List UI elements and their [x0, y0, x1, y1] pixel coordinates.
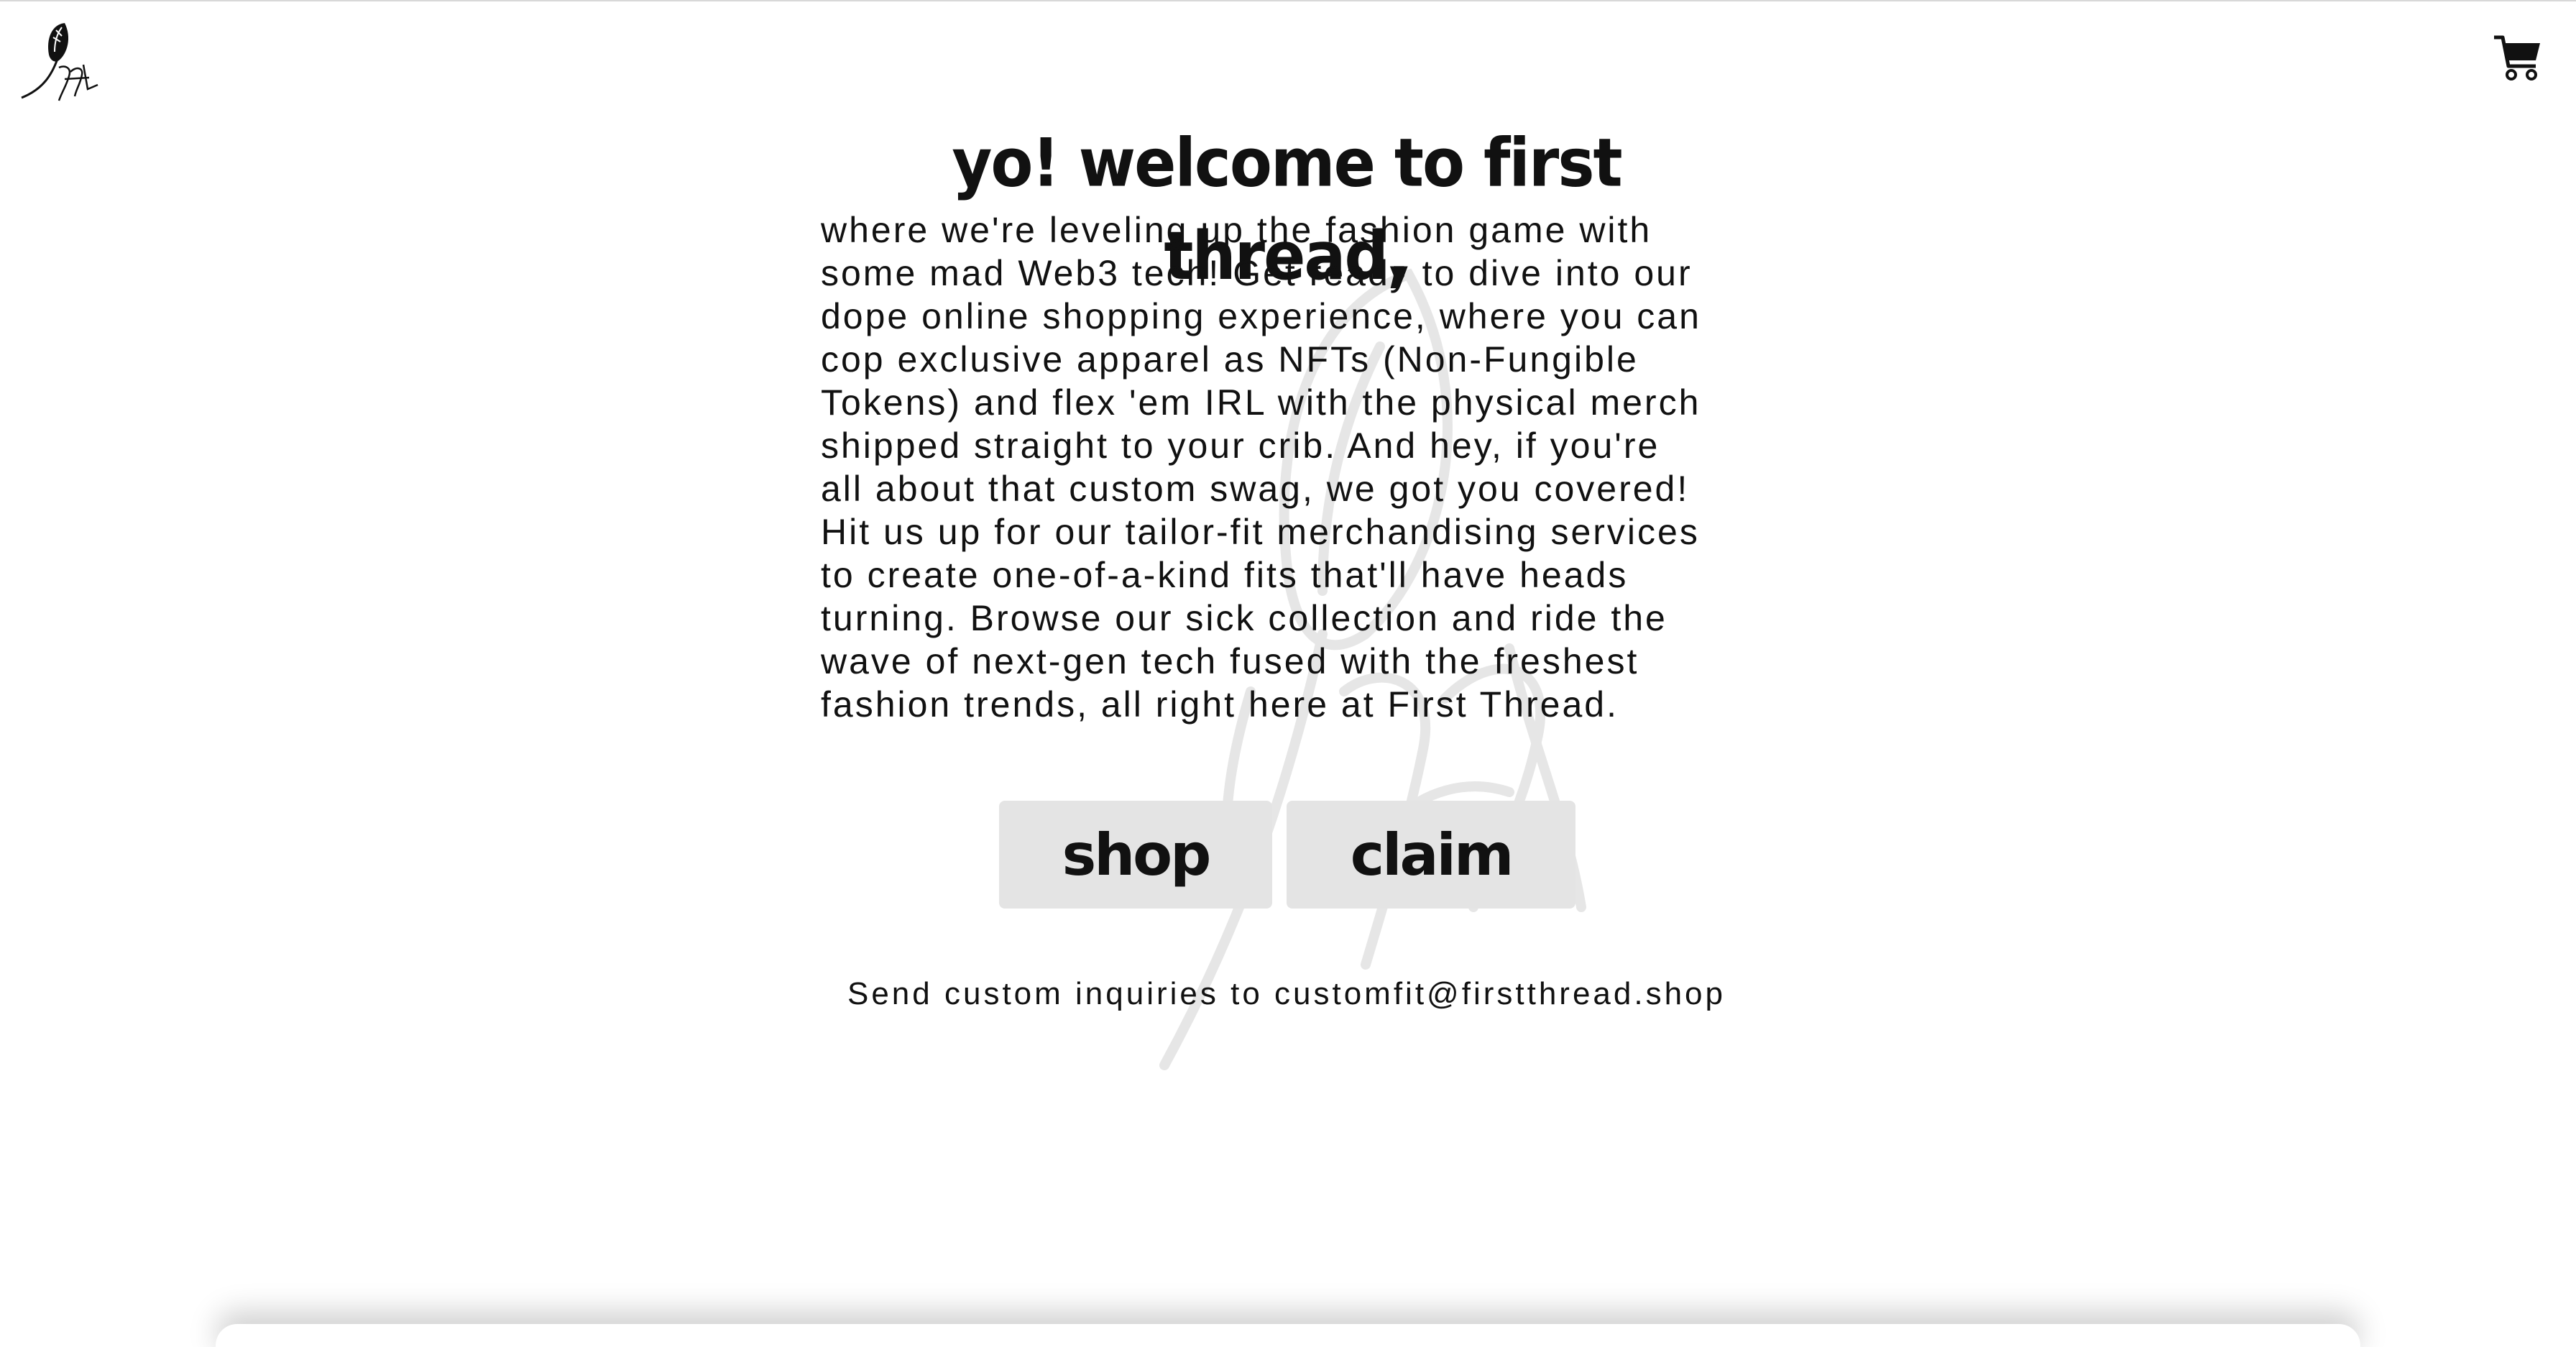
intro-line: turning. Browse our sick collection and …	[821, 598, 1668, 638]
intro-line: wave of next-gen tech fused with the fre…	[821, 641, 1639, 681]
shopping-cart-icon[interactable]	[2493, 33, 2543, 83]
landing-page: yo! welcome to first thread, where we're…	[0, 0, 2576, 1347]
intro-line: all about that custom swag, we got you c…	[821, 469, 1690, 509]
intro-line: Hit us up for our tailor-fit merchandisi…	[821, 512, 1700, 552]
intro-line: shipped straight to your crib. And hey, …	[821, 426, 1660, 466]
shop-button[interactable]: shop	[999, 801, 1272, 909]
bottom-panel-edge	[216, 1324, 2360, 1347]
intro-line: dope online shopping experience, where y…	[821, 296, 1701, 336]
intro-line: Tokens) and flex 'em IRL with the physic…	[821, 382, 1701, 423]
custom-inquiry-text: Send custom inquiries to customfit@first…	[847, 976, 1726, 1011]
intro-line: where we're leveling up the fashion game…	[821, 210, 1652, 250]
hero-section: yo! welcome to first thread, where we're…	[819, 124, 1754, 725]
intro-line: fashion trends, all right here at First …	[821, 684, 1619, 725]
intro-paragraph: where we're leveling up the fashion game…	[821, 208, 1755, 726]
intro-line: to create one-of-a-kind fits that'll hav…	[821, 555, 1629, 595]
intro-line: some mad Web3 tech! Get ready to dive in…	[821, 253, 1693, 293]
claim-button[interactable]: claim	[1287, 801, 1576, 909]
feather-logo-icon[interactable]	[14, 17, 101, 104]
intro-line: cop exclusive apparel as NFTs (Non-Fungi…	[821, 339, 1639, 380]
